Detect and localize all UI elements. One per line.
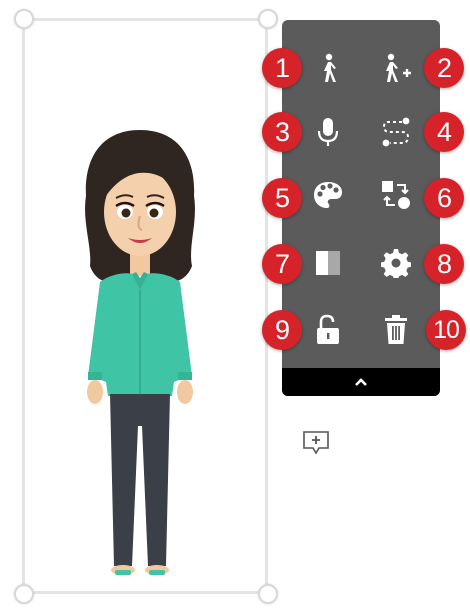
callout-badge-1: 1 <box>262 48 302 88</box>
callout-badge-3: 3 <box>262 112 302 152</box>
callout-badge-6: 6 <box>424 178 464 218</box>
color-button[interactable] <box>308 175 348 215</box>
woman-character[interactable] <box>70 126 210 580</box>
voice-button[interactable] <box>308 112 348 152</box>
delete-button[interactable] <box>376 310 416 350</box>
lock-button[interactable] <box>308 310 348 350</box>
swap-icon <box>382 181 410 209</box>
callout-badge-4: 4 <box>424 112 464 152</box>
collapse-toolbar-button[interactable] <box>282 368 440 396</box>
opacity-button[interactable] <box>308 243 348 283</box>
add-walk-icon <box>386 53 411 82</box>
microphone-icon <box>317 118 339 146</box>
gear-icon <box>381 249 411 278</box>
character-toolbar <box>282 20 440 396</box>
trash-icon <box>385 315 407 344</box>
resize-handle-bottom-right[interactable] <box>258 584 278 604</box>
resize-handle-top-right[interactable] <box>258 9 278 29</box>
callout-badge-2: 2 <box>424 48 464 88</box>
resize-handle-top-left[interactable] <box>14 9 34 29</box>
resize-handle-bottom-left[interactable] <box>14 584 34 604</box>
add-comment-icon <box>303 431 329 455</box>
callout-badge-8: 8 <box>424 244 464 284</box>
walk-icon <box>324 53 336 82</box>
chevron-up-icon <box>355 377 367 386</box>
callout-badge-7: 7 <box>262 244 302 284</box>
motion-path-button[interactable] <box>376 112 416 152</box>
swap-button[interactable] <box>376 175 416 215</box>
motion-path-icon <box>382 117 410 147</box>
callout-badge-10: 10 <box>426 310 466 350</box>
palette-icon <box>314 182 342 208</box>
add-walk-button[interactable] <box>376 48 416 88</box>
unlock-icon <box>317 314 339 344</box>
opacity-icon <box>316 251 340 275</box>
add-comment-button[interactable] <box>299 426 333 460</box>
callout-badge-9: 9 <box>262 310 302 350</box>
settings-button[interactable] <box>376 243 416 283</box>
callout-badge-5: 5 <box>262 178 302 218</box>
pants <box>110 394 170 566</box>
walk-button[interactable] <box>308 48 348 88</box>
